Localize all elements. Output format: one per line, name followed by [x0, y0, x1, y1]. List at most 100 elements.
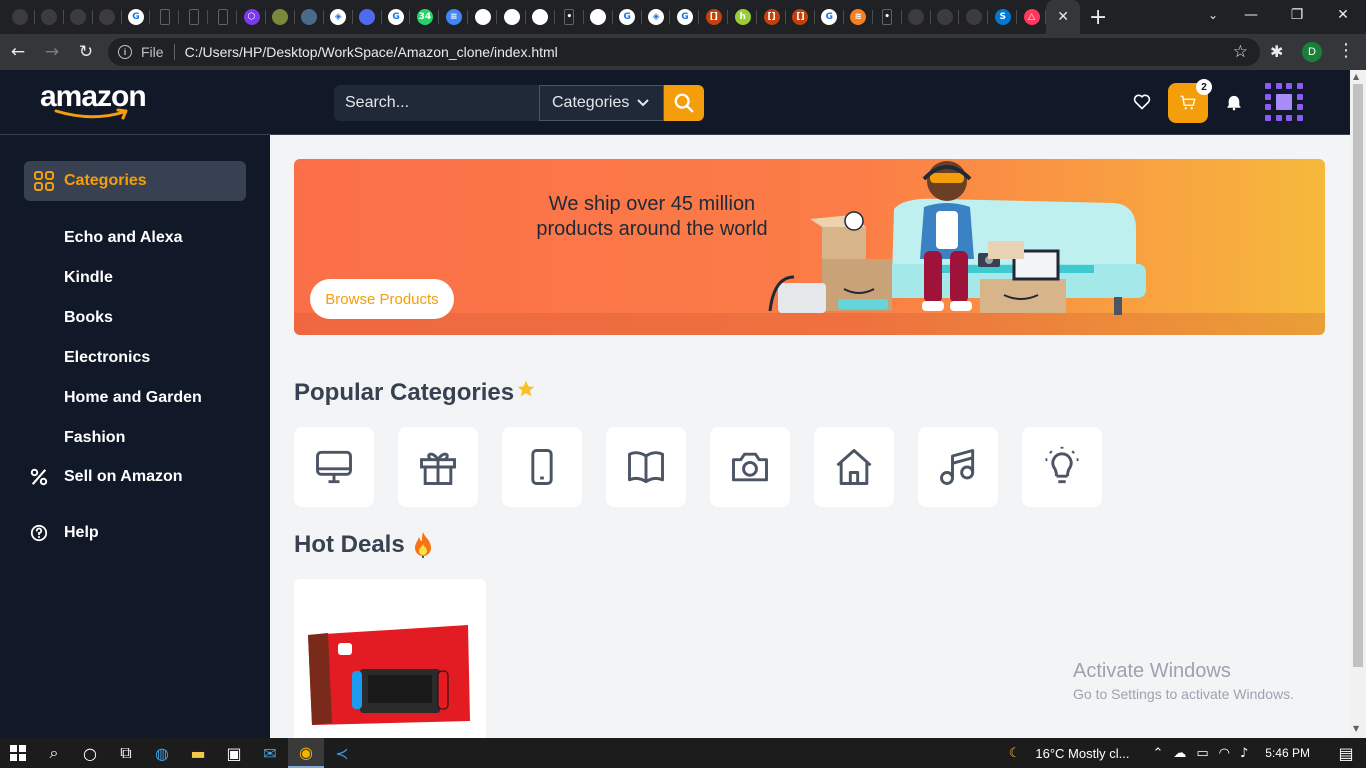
browser-tab[interactable]: •: [555, 0, 584, 34]
file-explorer-icon[interactable]: ▬: [180, 738, 216, 768]
browser-tab[interactable]: [295, 0, 324, 34]
address-bar[interactable]: i File C:/Users/HP/Desktop/WorkSpace/Ama…: [108, 38, 1260, 66]
search-button[interactable]: [664, 85, 704, 121]
browser-tab[interactable]: G: [122, 0, 151, 34]
profile-avatar[interactable]: D: [1302, 42, 1322, 62]
browser-tab[interactable]: h: [728, 0, 758, 34]
browser-tab[interactable]: [902, 0, 931, 34]
browser-tab[interactable]: [584, 0, 613, 34]
sidebar-item-electronics[interactable]: Electronics: [64, 349, 150, 367]
start-button[interactable]: [0, 738, 36, 768]
taskbar-clock[interactable]: 5:46 PM: [1265, 746, 1310, 760]
browser-tab[interactable]: [353, 0, 382, 34]
browser-tab[interactable]: •: [873, 0, 902, 34]
browser-tab[interactable]: [497, 0, 526, 34]
tray-expand-icon[interactable]: ⌃: [1152, 746, 1163, 761]
back-button[interactable]: ←: [2, 36, 34, 68]
browser-tab[interactable]: 34: [410, 0, 440, 34]
sidebar-item-books[interactable]: Books: [64, 309, 113, 327]
sidebar-item-help[interactable]: Help: [30, 524, 99, 542]
browser-tab[interactable]: [35, 0, 64, 34]
scroll-down-arrow-icon[interactable]: ▼: [1353, 724, 1359, 733]
cart-button[interactable]: 2: [1168, 79, 1212, 123]
browse-products-button[interactable]: Browse Products: [310, 279, 454, 319]
chrome-taskbar-icon[interactable]: ◉: [288, 738, 324, 768]
vscode-icon[interactable]: ≺: [324, 738, 360, 768]
browser-tab[interactable]: []: [757, 0, 786, 34]
page-scrollbar[interactable]: ▲ ▼: [1350, 70, 1366, 738]
search-input[interactable]: [334, 85, 539, 121]
store-icon[interactable]: ▣: [216, 738, 252, 768]
sidebar-item-echo-alexa[interactable]: Echo and Alexa: [64, 229, 183, 247]
amazon-logo[interactable]: amazon: [40, 80, 147, 120]
browser-tab[interactable]: [526, 0, 555, 34]
browser-tab[interactable]: ◈: [642, 0, 671, 34]
browser-tab[interactable]: [208, 0, 238, 34]
category-tile-computers[interactable]: [294, 427, 374, 507]
browser-tab[interactable]: [959, 0, 989, 34]
weather-moon-icon[interactable]: ☾: [1009, 746, 1021, 761]
browser-tab[interactable]: G: [382, 0, 411, 34]
browser-tab[interactable]: G: [670, 0, 700, 34]
bookmark-star-icon[interactable]: ☆: [1233, 42, 1248, 62]
browser-tab[interactable]: [179, 0, 209, 34]
category-tile-mobile[interactable]: [502, 427, 582, 507]
scroll-up-arrow-icon[interactable]: ▲: [1353, 72, 1359, 81]
browser-tab[interactable]: S: [988, 0, 1018, 34]
apps-grid-icon[interactable]: [1265, 83, 1303, 121]
new-tab-button[interactable]: +: [1080, 0, 1116, 34]
extensions-puzzle-icon[interactable]: ✱: [1270, 42, 1283, 61]
category-tile-cameras[interactable]: [710, 427, 790, 507]
notification-bell-icon[interactable]: [1226, 94, 1242, 111]
category-tile-home[interactable]: [814, 427, 894, 507]
browser-tab[interactable]: ≋: [844, 0, 873, 34]
sidebar-item-fashion[interactable]: Fashion: [64, 429, 125, 447]
info-icon[interactable]: i: [118, 45, 132, 59]
browser-tab[interactable]: [6, 0, 35, 34]
browser-tab[interactable]: ◈: [324, 0, 353, 34]
cortana-icon[interactable]: ○: [72, 738, 108, 768]
sidebar-item-sell[interactable]: Sell on Amazon: [30, 468, 183, 486]
minimize-button[interactable]: —: [1228, 0, 1274, 30]
close-window-button[interactable]: ✕: [1320, 0, 1366, 30]
mail-icon[interactable]: ✉: [252, 738, 288, 768]
wifi-icon[interactable]: ◠: [1219, 746, 1230, 761]
browser-tab[interactable]: [266, 0, 295, 34]
sidebar-item-kindle[interactable]: Kindle: [64, 269, 113, 287]
browser-tab[interactable]: G: [815, 0, 844, 34]
wishlist-heart-icon[interactable]: [1133, 94, 1151, 110]
action-center-icon[interactable]: ▤: [1326, 744, 1366, 763]
category-tile-music[interactable]: [918, 427, 998, 507]
close-tab-icon[interactable]: ✕: [1057, 9, 1069, 25]
edge-icon[interactable]: ◍: [144, 738, 180, 768]
url-text[interactable]: C:/Users/HP/Desktop/WorkSpace/Amazon_clo…: [185, 44, 558, 60]
sidebar-item-categories[interactable]: Categories: [24, 161, 246, 201]
categories-dropdown[interactable]: Categories: [539, 85, 664, 121]
browser-tab[interactable]: [468, 0, 498, 34]
browser-tab[interactable]: []: [786, 0, 815, 34]
active-tab[interactable]: ✕: [1046, 0, 1081, 34]
browser-tab[interactable]: [931, 0, 960, 34]
weather-widget[interactable]: 16°C Mostly cl...: [1035, 746, 1129, 761]
volume-icon[interactable]: ♪: [1240, 746, 1248, 761]
taskbar-search-icon[interactable]: ⌕: [36, 738, 72, 768]
onedrive-icon[interactable]: ☁: [1173, 746, 1186, 761]
deal-card[interactable]: [294, 579, 486, 738]
tab-search-icon[interactable]: ⌄: [1208, 8, 1218, 22]
category-tile-books[interactable]: [606, 427, 686, 507]
browser-tab[interactable]: [93, 0, 122, 34]
browser-tab[interactable]: [64, 0, 93, 34]
category-tile-lighting[interactable]: [1022, 427, 1102, 507]
scrollbar-thumb[interactable]: [1353, 84, 1363, 667]
task-view-icon[interactable]: ⧉: [108, 738, 144, 768]
browser-menu-icon[interactable]: ⋮: [1337, 40, 1355, 62]
browser-tab[interactable]: ⬡: [237, 0, 266, 34]
battery-icon[interactable]: ▭: [1196, 746, 1208, 761]
browser-tab[interactable]: [150, 0, 180, 34]
browser-tab[interactable]: △: [1017, 0, 1046, 34]
forward-button[interactable]: →: [36, 36, 68, 68]
category-tile-gifts[interactable]: [398, 427, 478, 507]
restore-button[interactable]: ❐: [1274, 0, 1320, 30]
browser-tab[interactable]: G: [613, 0, 642, 34]
browser-tab[interactable]: []: [699, 0, 729, 34]
